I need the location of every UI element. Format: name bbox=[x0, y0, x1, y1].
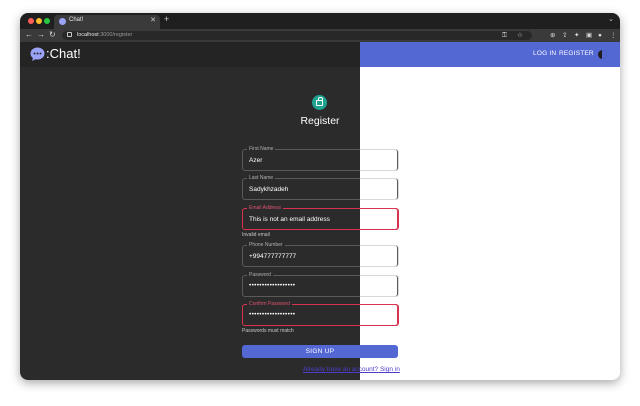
minimize-window-button[interactable] bbox=[36, 18, 42, 24]
back-arrow-icon[interactable]: ← bbox=[25, 30, 33, 40]
maximize-window-button[interactable] bbox=[44, 18, 50, 24]
last-name-field[interactable]: Last Name Sadykhzadeh bbox=[242, 174, 399, 200]
tab-close-icon[interactable]: ✕ bbox=[150, 16, 156, 24]
field-label: First Name bbox=[247, 145, 276, 153]
field-outline bbox=[360, 245, 399, 267]
chat-bubble-icon[interactable] bbox=[30, 47, 45, 61]
sign-in-link[interactable]: Already have an account? Sign in bbox=[303, 366, 400, 373]
sidebar-icon[interactable]: ▣ bbox=[586, 31, 592, 40]
field-value: •••••••••••••••••• bbox=[249, 282, 296, 289]
close-window-button[interactable] bbox=[28, 18, 34, 24]
field-value: •••••••••••••••••• bbox=[249, 311, 296, 318]
password-error-text: Passwords must match bbox=[242, 328, 294, 334]
lock-avatar bbox=[312, 95, 327, 110]
field-value: This is not an email address bbox=[249, 216, 330, 223]
lock-icon bbox=[316, 97, 323, 106]
field-label: Confirm Password bbox=[247, 300, 292, 308]
first-name-field[interactable]: First Name Azer bbox=[242, 145, 399, 171]
field-outline bbox=[360, 178, 399, 200]
field-label: Phone Number bbox=[247, 241, 285, 249]
register-link[interactable]: REGISTER bbox=[559, 50, 594, 57]
tab-title: Chat! bbox=[69, 17, 84, 23]
address-bar[interactable]: localhost:3000/register ⚿ ☆ bbox=[62, 31, 532, 40]
field-label: Password bbox=[247, 271, 273, 279]
star-icon[interactable]: ☆ bbox=[517, 31, 523, 40]
field-outline bbox=[360, 149, 399, 171]
field-value: Sadykhzadeh bbox=[249, 186, 289, 193]
browser-tab[interactable]: Chat! ✕ bbox=[54, 15, 160, 29]
tab-search-chevron-icon[interactable]: ⌄ bbox=[608, 15, 614, 23]
site-info-icon[interactable] bbox=[67, 32, 72, 37]
profile-icon[interactable]: ● bbox=[598, 31, 602, 40]
chat-favicon-icon bbox=[59, 18, 66, 25]
key-icon[interactable]: ⚿ bbox=[502, 31, 507, 40]
menu-dots-icon[interactable]: ⋮ bbox=[610, 31, 617, 40]
phone-field[interactable]: Phone Number +994777777777 bbox=[242, 241, 399, 267]
browser-window: Chat! ✕ + ⌄ ← → ↻ localhost:3000/registe… bbox=[20, 13, 620, 380]
field-value: Azer bbox=[249, 157, 263, 164]
forward-arrow-icon[interactable]: → bbox=[37, 30, 45, 40]
login-link[interactable]: LOG IN bbox=[533, 50, 556, 57]
field-label: Email Address bbox=[247, 204, 283, 212]
zoom-icon[interactable]: ⊕ bbox=[550, 31, 555, 40]
email-field[interactable]: Email Address This is not an email addre… bbox=[242, 204, 399, 230]
password-field[interactable]: Password •••••••••••••••••• bbox=[242, 271, 399, 297]
field-outline bbox=[360, 208, 399, 230]
field-outline bbox=[360, 304, 399, 326]
url-text: localhost:3000/register bbox=[77, 32, 133, 38]
field-outline bbox=[360, 275, 399, 297]
reload-icon[interactable]: ↻ bbox=[49, 30, 56, 40]
share-icon[interactable]: ⇪ bbox=[562, 31, 567, 40]
app-logo-text[interactable]: :Chat! bbox=[46, 46, 81, 62]
confirm-password-field[interactable]: Confirm Password •••••••••••••••••• bbox=[242, 300, 399, 326]
browser-toolbar: ← → ↻ localhost:3000/register ⚿ ☆ ⊕ ⇪ ✦ … bbox=[20, 29, 620, 42]
new-tab-button[interactable]: + bbox=[164, 14, 169, 24]
sign-up-button[interactable]: SIGN UP bbox=[242, 345, 398, 358]
field-value: +994777777777 bbox=[249, 253, 297, 260]
email-error-text: Invalid email bbox=[242, 232, 270, 238]
form-title: Register bbox=[300, 115, 340, 127]
extensions-icon[interactable]: ✦ bbox=[574, 31, 579, 40]
tab-strip: Chat! ✕ + ⌄ bbox=[20, 13, 620, 29]
page: :Chat! LOG IN REGISTER Register First Na… bbox=[20, 42, 620, 380]
field-label: Last Name bbox=[247, 174, 276, 182]
theme-toggle-icon[interactable] bbox=[598, 50, 607, 59]
